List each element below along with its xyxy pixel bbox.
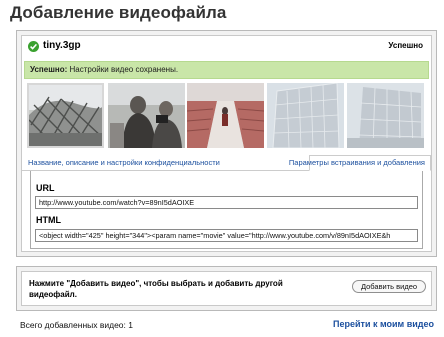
url-label: URL [36, 183, 55, 193]
upload-panel: tiny.3gp Успешно Успешно: Настройки виде… [16, 30, 437, 257]
thumbnail-stadium-lattice[interactable] [27, 83, 104, 148]
success-label: Успешно: [30, 65, 68, 74]
thumbnail-water-cube[interactable] [267, 83, 344, 148]
html-embed-field[interactable]: <object width="425" height="344"><param … [35, 229, 418, 242]
html-label: HTML [36, 215, 61, 225]
file-header: tiny.3gp Успешно [22, 36, 431, 58]
page-title: Добавление видеофайла [10, 3, 227, 22]
thumbnail-water-cube-angle[interactable] [347, 83, 424, 148]
total-videos-count: Всего добавленных видео: 1 [20, 320, 133, 330]
add-more-panel: Нажмите "Добавить видео", чтобы выбрать … [16, 266, 437, 311]
embed-panel: URL http://www.youtube.com/watch?v=89nI5… [30, 171, 423, 249]
settings-tabs: Название, описание и настройки конфиденц… [22, 154, 431, 171]
success-message: Успешно: Настройки видео сохранены. [24, 61, 429, 79]
thumbnail-red-seats[interactable] [187, 83, 264, 148]
upload-status: Успешно [388, 41, 423, 50]
add-more-card: Нажмите "Добавить видео", чтобы выбрать … [21, 271, 432, 306]
file-name: tiny.3gp [43, 40, 81, 51]
go-to-my-videos-link[interactable]: Перейти к моим видео [333, 319, 434, 329]
tab-embed-options[interactable]: Параметры встраивания и добавления [289, 158, 425, 167]
upload-card: tiny.3gp Успешно Успешно: Настройки виде… [21, 35, 432, 252]
success-text: Настройки видео сохранены. [69, 65, 179, 74]
add-video-button[interactable]: Добавить видео [352, 280, 426, 293]
add-more-instructions: Нажмите "Добавить видео", чтобы выбрать … [29, 279, 283, 299]
check-circle-icon [28, 41, 39, 52]
thumbnail-crowd-photographers[interactable] [108, 83, 185, 148]
tab-details-privacy[interactable]: Название, описание и настройки конфиденц… [28, 158, 220, 167]
url-field[interactable]: http://www.youtube.com/watch?v=89nI5dAOI… [35, 196, 418, 209]
thumbnail-strip [27, 83, 427, 148]
